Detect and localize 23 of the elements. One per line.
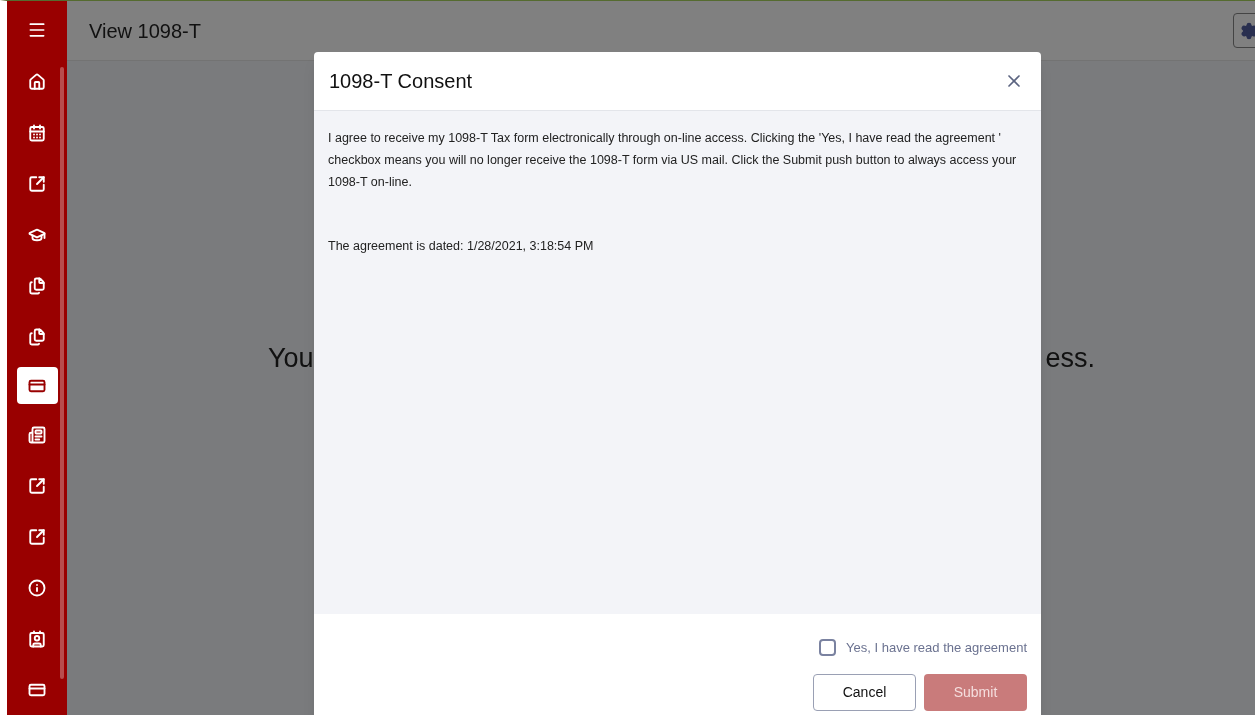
cancel-button[interactable]: Cancel	[813, 673, 916, 711]
home-icon	[28, 72, 46, 91]
files-icon	[28, 276, 46, 295]
page-title: View 1098-T	[89, 18, 201, 44]
agreement-checkbox[interactable]	[819, 639, 837, 657]
newspaper-icon	[28, 425, 46, 444]
menu-icon	[27, 20, 47, 40]
settings-button[interactable]	[1233, 13, 1255, 48]
external-link-icon	[28, 527, 46, 546]
contact-card-icon	[28, 629, 46, 648]
external-link-icon	[28, 476, 46, 495]
dialog-title: 1098-T Consent	[329, 69, 473, 94]
calendar-icon	[28, 123, 46, 142]
files-icon	[28, 327, 46, 346]
checkbox-label: Yes, I have read the agreement	[846, 639, 1027, 657]
dialog-paragraph: The agreement is dated: 1/28/2021, 3:18:54 PM	[328, 238, 595, 255]
message-text: You	[268, 341, 314, 375]
external-link-icon	[28, 174, 46, 193]
settings-icon	[1240, 21, 1255, 40]
sidebar-item[interactable]	[16, 367, 58, 404]
dialog-paragraph: I agree to receive my 1098-T Tax form electronically through on-line access. Clicking the 'Yes, I have read the agreement ' checkbox means you will no longer receive the 1098-T form via US mail. Click the Submit push button to always access your 1098-T on-line.	[328, 130, 1018, 191]
info-icon	[28, 578, 46, 597]
message-text: ess.	[1045, 341, 1096, 375]
